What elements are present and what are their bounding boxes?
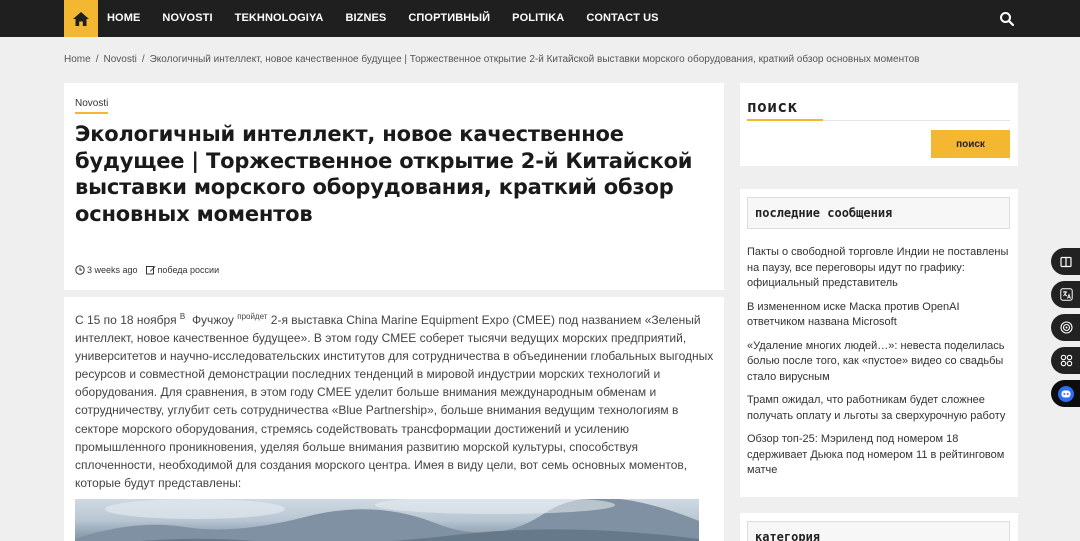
widget-divider — [747, 119, 1010, 121]
list-item[interactable]: Обзор топ-25: Мэриленд под номером 18 сд… — [747, 432, 1010, 479]
search-input[interactable] — [747, 130, 931, 158]
body-main: 2-я выставка China Marine Equipment Expo… — [75, 313, 714, 490]
category-tag[interactable]: Novosti — [75, 98, 109, 114]
search-button[interactable]: поиск — [931, 130, 1010, 158]
reader-button[interactable] — [1051, 248, 1080, 275]
podcast-icon — [1059, 321, 1073, 334]
assistant-icon — [1058, 385, 1074, 402]
page-title: Экологичный интеллект, новое качественно… — [75, 122, 693, 226]
post-date[interactable]: 3 weeks ago — [87, 265, 138, 275]
listen-button[interactable] — [1051, 314, 1080, 341]
book-icon — [1060, 256, 1072, 267]
recent-posts-title: последние сообщения — [747, 197, 1010, 229]
article-body: С 15 по 18 ноября В Фучжоу пройдет 2-я в… — [64, 297, 724, 541]
body-city: Фучжоу — [191, 313, 234, 327]
recent-posts-list: Пакты о свободной торговле Индии не пост… — [747, 245, 1010, 487]
body-intro: С 15 по 18 ноября — [75, 313, 177, 327]
breadcrumb-home[interactable]: Home — [64, 54, 91, 65]
categories-title: категория — [747, 521, 1010, 541]
nav-sport[interactable]: СПОРТИВНЫЙ — [397, 0, 501, 37]
annotation-sup: В — [179, 312, 186, 321]
search-icon[interactable] — [999, 11, 1015, 27]
article-header: Novosti Экологичный интеллект, новое кач… — [64, 83, 724, 290]
breadcrumb: Home / Novosti / Экологичный интеллект, ново… — [64, 54, 920, 65]
translate-button[interactable] — [1051, 281, 1080, 308]
article-image — [75, 499, 699, 541]
nav-biznes[interactable]: BIZNES — [334, 0, 397, 37]
breadcrumb-current: Экологичный интеллект, новое качественно… — [149, 54, 920, 65]
breadcrumb-section[interactable]: Novosti — [103, 54, 136, 65]
article-paragraph: С 15 по 18 ноября В Фучжоу пройдет 2-я в… — [75, 308, 715, 492]
nav-novosti[interactable]: NOVOSTI — [151, 0, 223, 37]
post-meta: 3 weeks ago победа россии — [75, 265, 219, 275]
search-widget-title: поиск — [747, 97, 798, 116]
home-button[interactable] — [64, 0, 98, 37]
nav-contact-us[interactable]: CONTACT US — [575, 0, 669, 37]
assistant-button[interactable] — [1051, 380, 1080, 407]
list-item[interactable]: «Удаление многих людей…»: невеста подели… — [747, 339, 1010, 386]
list-item[interactable]: Пакты о свободной торговле Индии не пост… — [747, 245, 1010, 292]
apps-button[interactable] — [1051, 347, 1080, 374]
nav-politika[interactable]: POLITIKA — [501, 0, 575, 37]
post-author[interactable]: победа россии — [158, 265, 220, 275]
apps-icon — [1060, 354, 1072, 367]
search-widget: поиск поиск — [740, 83, 1018, 166]
nav-tekhnologiya[interactable]: TEKHNOLOGIYA — [224, 0, 335, 37]
list-item[interactable]: В измененном иске Маска против OpenAI от… — [747, 300, 1010, 331]
list-item[interactable]: Трамп ожидал, что работникам будет сложн… — [747, 393, 1010, 424]
translate-icon — [1059, 288, 1073, 301]
nav-home[interactable]: HOME — [98, 0, 151, 37]
top-navbar: HOME NOVOSTI TEKHNOLOGIYA BIZNES СПОРТИВ… — [0, 0, 1080, 37]
home-icon — [73, 11, 89, 26]
clock-icon — [75, 265, 85, 275]
main-menu: HOME NOVOSTI TEKHNOLOGIYA BIZNES СПОРТИВ… — [98, 0, 670, 37]
categories-widget: категория — [740, 513, 1018, 541]
annotation-sup: пройдет — [237, 312, 268, 321]
recent-posts-widget: последние сообщения Пакты о свободной то… — [740, 189, 1018, 497]
edit-icon — [145, 266, 156, 275]
